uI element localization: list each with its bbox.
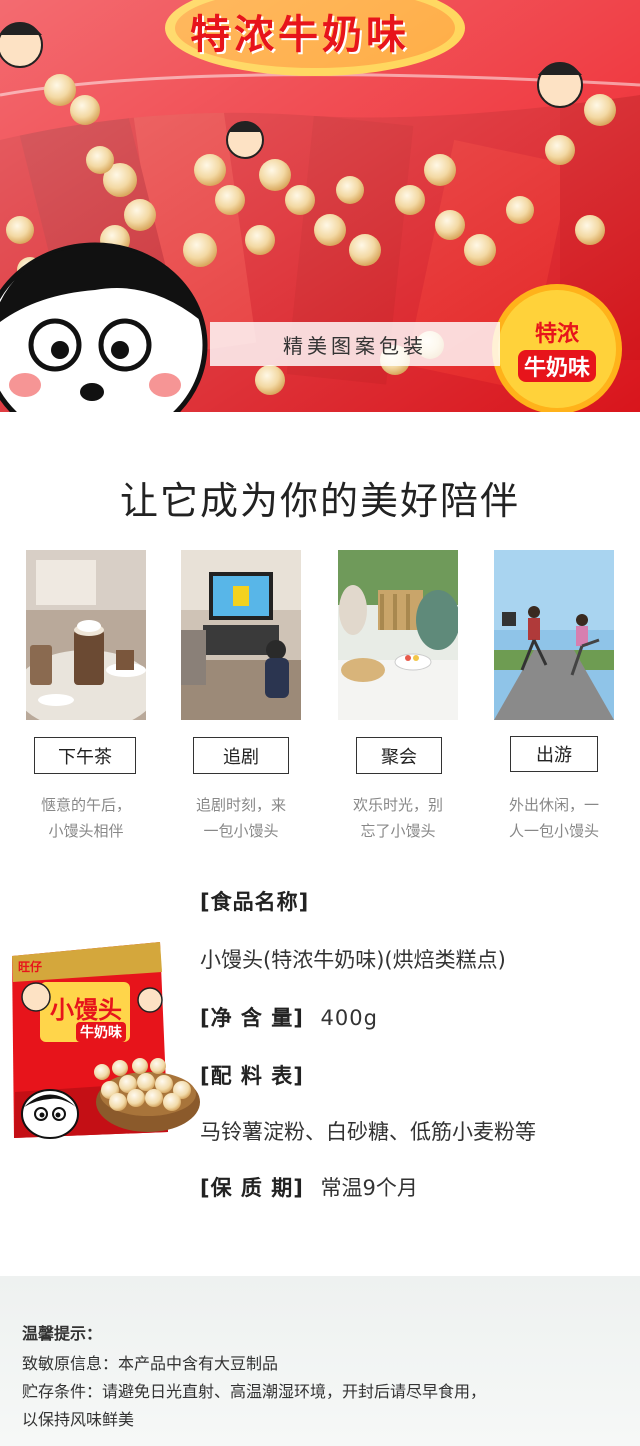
- notice-title: 温馨提示：: [22, 1324, 103, 1343]
- scene-travel: 出游 外出休闲，一 人一包小馒头: [494, 550, 614, 840]
- party-photo: [338, 550, 458, 720]
- scene-watching-tv: 追剧 追剧时刻，来 一包小馒头: [181, 550, 301, 840]
- info-ingredients-value: 马铃薯淀粉、白砂糖、低筋小麦粉等: [200, 1120, 536, 1144]
- scene-description: 欢乐时光，别 忘了小馒头: [352, 796, 443, 840]
- scene-party: 聚会 欢乐时光，别 忘了小馒头: [338, 550, 458, 840]
- info-ingredients-label: [配 料 表]: [200, 1064, 304, 1088]
- scene-description: 外出休闲，一 人一包小馒头: [508, 796, 599, 840]
- scene-tag: 追剧: [193, 737, 289, 774]
- info-weight: [净 含 量] 400g: [200, 1006, 378, 1030]
- hero-caption: 精美图案包装: [210, 322, 500, 366]
- flavor-badge: 特浓 牛奶味: [498, 290, 616, 408]
- scene-description: 惬意的午后， 小馒头相伴: [40, 796, 131, 840]
- package-flavor-label: 牛奶味: [76, 1022, 126, 1042]
- scene-tag: 下午茶: [34, 737, 136, 774]
- afternoon-tea-photo: [26, 550, 146, 720]
- notice-panel: 温馨提示： 致敏原信息：本产品中含有大豆制品 贮存条件：请避免日光直射、高温潮湿…: [0, 1276, 640, 1446]
- scene-afternoon-tea: 下午茶 惬意的午后， 小馒头相伴: [26, 550, 146, 840]
- watching-tv-photo: [181, 550, 301, 720]
- notice-allergen: 致敏原信息：本产品中含有大豆制品: [22, 1354, 279, 1373]
- scene-tag: 出游: [510, 736, 598, 772]
- scene-description: 追剧时刻，来 一包小馒头: [195, 796, 286, 840]
- package-brand-label: 旺仔: [18, 960, 43, 974]
- info-shelf-life: [保 质 期] 常温9个月: [200, 1176, 418, 1200]
- travel-photo: [494, 550, 614, 720]
- brand-text: 特浓牛奶味: [190, 12, 410, 58]
- section-headline: 让它成为你的美好陪伴: [119, 479, 520, 523]
- info-name-value: 小馒头(特浓牛奶味)(烘焙类糕点): [200, 948, 506, 972]
- info-name-label: [食品名称]: [200, 890, 310, 914]
- scene-tag: 聚会: [356, 737, 442, 774]
- notice-storage-line1: 贮存条件：请避免日光直射、高温潮湿环境，开封后请尽早食用，: [22, 1382, 487, 1401]
- hero-banner: 特浓牛奶味 特浓 牛奶味 精美图案包装: [0, 0, 640, 412]
- package-name-label: 小馒头: [50, 996, 122, 1024]
- notice-storage-line2: 以保持风味鲜美: [22, 1410, 135, 1429]
- product-package-image: 旺仔 小馒头 牛奶味: [10, 942, 200, 1140]
